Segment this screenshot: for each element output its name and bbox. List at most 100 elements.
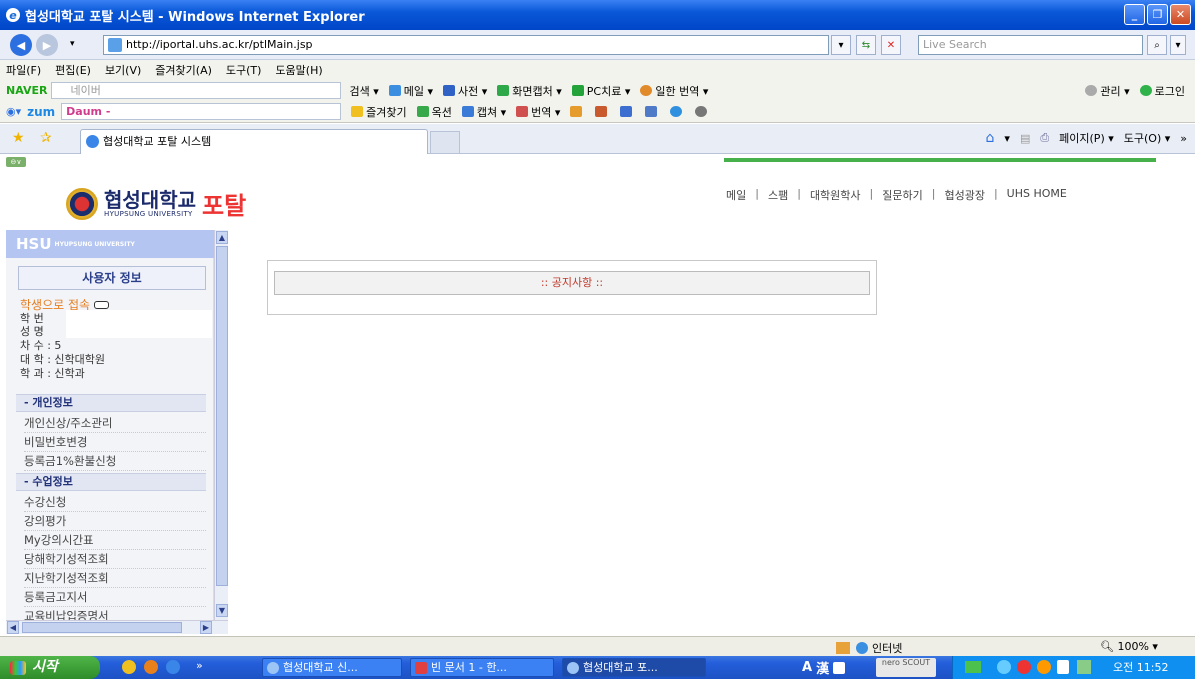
zum-search-input[interactable]: Daum - xyxy=(61,103,342,120)
nav-plaza[interactable]: 협성광장 xyxy=(944,187,984,203)
security-zone[interactable]: 인터넷 xyxy=(836,640,902,656)
task-portal-2[interactable]: 협성대학교 포... xyxy=(562,658,706,677)
clock[interactable]: 오전 11:52 xyxy=(1113,661,1168,674)
forward-button[interactable]: ▶ xyxy=(36,34,58,56)
new-tab-button[interactable] xyxy=(430,131,460,153)
quicklaunch-icon-1[interactable] xyxy=(122,660,136,674)
naver-mail-button[interactable]: 메일 ▾ xyxy=(388,83,433,99)
hscroll-thumb[interactable] xyxy=(22,622,182,633)
menu-tools[interactable]: 도구(T) xyxy=(226,62,262,78)
naver-search-input[interactable]: 네이버 xyxy=(51,82,342,99)
nav-spam[interactable]: 스팸 xyxy=(768,187,788,203)
menu-help[interactable]: 도움말(H) xyxy=(275,62,322,78)
quicklaunch-more-chevron-icon[interactable]: » xyxy=(196,659,203,672)
naver-capture-button[interactable]: 화면캡처 ▾ xyxy=(497,83,562,99)
tray-icon-4[interactable] xyxy=(1037,660,1051,674)
naver-login-button[interactable]: 로그인 xyxy=(1139,83,1185,99)
ie-small-icon[interactable] xyxy=(670,106,685,117)
quicklaunch-ie-icon[interactable] xyxy=(166,660,180,674)
menu-change-password[interactable]: 비밀번호변경 xyxy=(24,433,206,452)
search-input[interactable]: Live Search xyxy=(918,35,1143,55)
ime-hanja[interactable]: 漢 xyxy=(816,658,829,677)
toggle-icon[interactable]: ⊖∨ xyxy=(6,157,26,167)
maximize-button[interactable]: ❐ xyxy=(1147,4,1168,25)
quicklaunch-icon-2[interactable] xyxy=(144,660,158,674)
pen-icon[interactable] xyxy=(595,106,610,117)
scroll-left-icon[interactable]: ◀ xyxy=(7,621,19,634)
menu-personal-address[interactable]: 개인신상/주소관리 xyxy=(24,414,206,433)
add-favorite-icon[interactable]: ✰ xyxy=(40,130,52,146)
naver-dictionary-button[interactable]: 사전 ▾ xyxy=(443,83,487,99)
stop-icon[interactable]: ✕ xyxy=(881,35,901,55)
tools-menu[interactable]: 도구(O) ▾ xyxy=(1124,130,1171,146)
nero-scout-icon[interactable]: nero SCOUT xyxy=(876,658,936,677)
tray-icon-3[interactable] xyxy=(1017,660,1031,674)
minimize-button[interactable]: _ xyxy=(1124,4,1145,25)
nav-graduate[interactable]: 대학원학사 xyxy=(810,187,861,203)
save-icon[interactable] xyxy=(645,106,660,117)
sidebar-horizontal-scrollbar[interactable]: ◀ ▶ xyxy=(6,620,228,634)
login-toggle[interactable] xyxy=(94,301,110,309)
tab-portal[interactable]: 협성대학교 포탈 시스템 xyxy=(80,129,428,154)
menu-tuition-refund[interactable]: 등록금1%환불신청 xyxy=(24,452,206,471)
ime-help-icon[interactable] xyxy=(833,661,846,674)
search-icon[interactable]: ⌕ xyxy=(1147,35,1167,55)
tray-icon-6[interactable] xyxy=(1077,660,1091,674)
nav-questions[interactable]: 질문하기 xyxy=(882,187,922,203)
tray-network-icon[interactable] xyxy=(965,661,981,673)
menu-edit[interactable]: 편집(E) xyxy=(55,62,91,78)
feeds-icon[interactable]: ▤ xyxy=(1020,132,1030,145)
tray-icon-2[interactable] xyxy=(997,660,1011,674)
zoom-level[interactable]: 🔍︎ 100% ▾ xyxy=(1100,640,1158,653)
print-icon[interactable]: ⎙ xyxy=(1040,131,1049,145)
menu-tuition-notice[interactable]: 등록금고지서 xyxy=(24,588,206,607)
settings-icon[interactable] xyxy=(695,106,710,117)
auction-button[interactable]: 옥션 xyxy=(416,104,452,120)
search-engine-icon[interactable]: ◉▾ xyxy=(6,105,21,118)
scroll-right-icon[interactable]: ▶ xyxy=(200,621,212,634)
overflow-chevron-icon[interactable]: » xyxy=(1180,132,1187,145)
menu-my-timetable[interactable]: My강의시간표 xyxy=(24,531,206,550)
naver-search-button[interactable]: 검색 ▾ xyxy=(349,83,378,99)
home-icon[interactable]: ⌂ xyxy=(986,130,995,146)
university-logo[interactable]: 협성대학교 HYUPSUNG UNIVERSITY 포탈 xyxy=(66,186,246,221)
naver-pc-repair-button[interactable]: PC치료 ▾ xyxy=(571,83,630,99)
section-class-info[interactable]: - 수업정보 xyxy=(16,473,206,491)
sidebar-vertical-scrollbar[interactable]: ▲ ▼ xyxy=(214,230,228,620)
back-button[interactable]: ◀ xyxy=(10,34,32,56)
scroll-down-icon[interactable]: ▼ xyxy=(216,604,228,617)
ime-english[interactable]: A xyxy=(802,660,812,675)
home-dropdown[interactable]: ▾ xyxy=(1004,132,1010,145)
search-options-icon[interactable]: ▾ xyxy=(1170,35,1186,55)
menu-favorites[interactable]: 즐겨찾기(A) xyxy=(155,62,212,78)
naver-manage-button[interactable]: 관리 ▾ xyxy=(1085,83,1130,99)
page-menu[interactable]: 페이지(P) ▾ xyxy=(1059,130,1114,146)
start-button[interactable]: 시작 xyxy=(0,656,100,679)
scroll-thumb[interactable] xyxy=(216,246,228,586)
section-personal-info[interactable]: - 개인정보 xyxy=(16,394,206,412)
menu-course-evaluation[interactable]: 강의평가 xyxy=(24,512,206,531)
capture-button[interactable]: 캡쳐 ▾ xyxy=(461,104,506,120)
tray-volume-icon[interactable] xyxy=(1057,660,1069,674)
notice-title[interactable]: :: 공지사항 :: xyxy=(274,271,870,295)
scroll-up-icon[interactable]: ▲ xyxy=(216,231,228,244)
nav-uhs-home[interactable]: UHS HOME xyxy=(1007,187,1067,203)
close-button[interactable]: ✕ xyxy=(1170,4,1191,25)
memo-icon[interactable] xyxy=(570,106,585,117)
menu-file[interactable]: 파일(F) xyxy=(6,62,41,78)
address-input[interactable]: http://iportal.uhs.ac.kr/ptlMain.jsp xyxy=(103,35,829,55)
nav-mail[interactable]: 메일 xyxy=(726,187,746,203)
address-dropdown-button[interactable]: ▾ xyxy=(831,35,851,55)
favorites-button[interactable]: 즐겨찾기 xyxy=(351,104,407,120)
menu-past-grades[interactable]: 지난학기성적조회 xyxy=(24,569,206,588)
ime-bar[interactable]: A 漢 xyxy=(802,658,846,677)
task-portal-1[interactable]: 협성대학교 신... xyxy=(262,658,402,677)
naver-translate-button[interactable]: 일한 번역 ▾ xyxy=(640,83,708,99)
translate-button[interactable]: 번역 ▾ xyxy=(516,104,560,120)
menu-current-grades[interactable]: 당해학기성적조회 xyxy=(24,550,206,569)
task-hwp-document[interactable]: 빈 문서 1 - 한... xyxy=(410,658,554,677)
refresh-icon[interactable]: ⇆ xyxy=(856,35,876,55)
menu-course-registration[interactable]: 수강신청 xyxy=(24,493,206,512)
history-dropdown-icon[interactable]: ▾ xyxy=(70,39,75,49)
menu-view[interactable]: 보기(V) xyxy=(105,62,141,78)
